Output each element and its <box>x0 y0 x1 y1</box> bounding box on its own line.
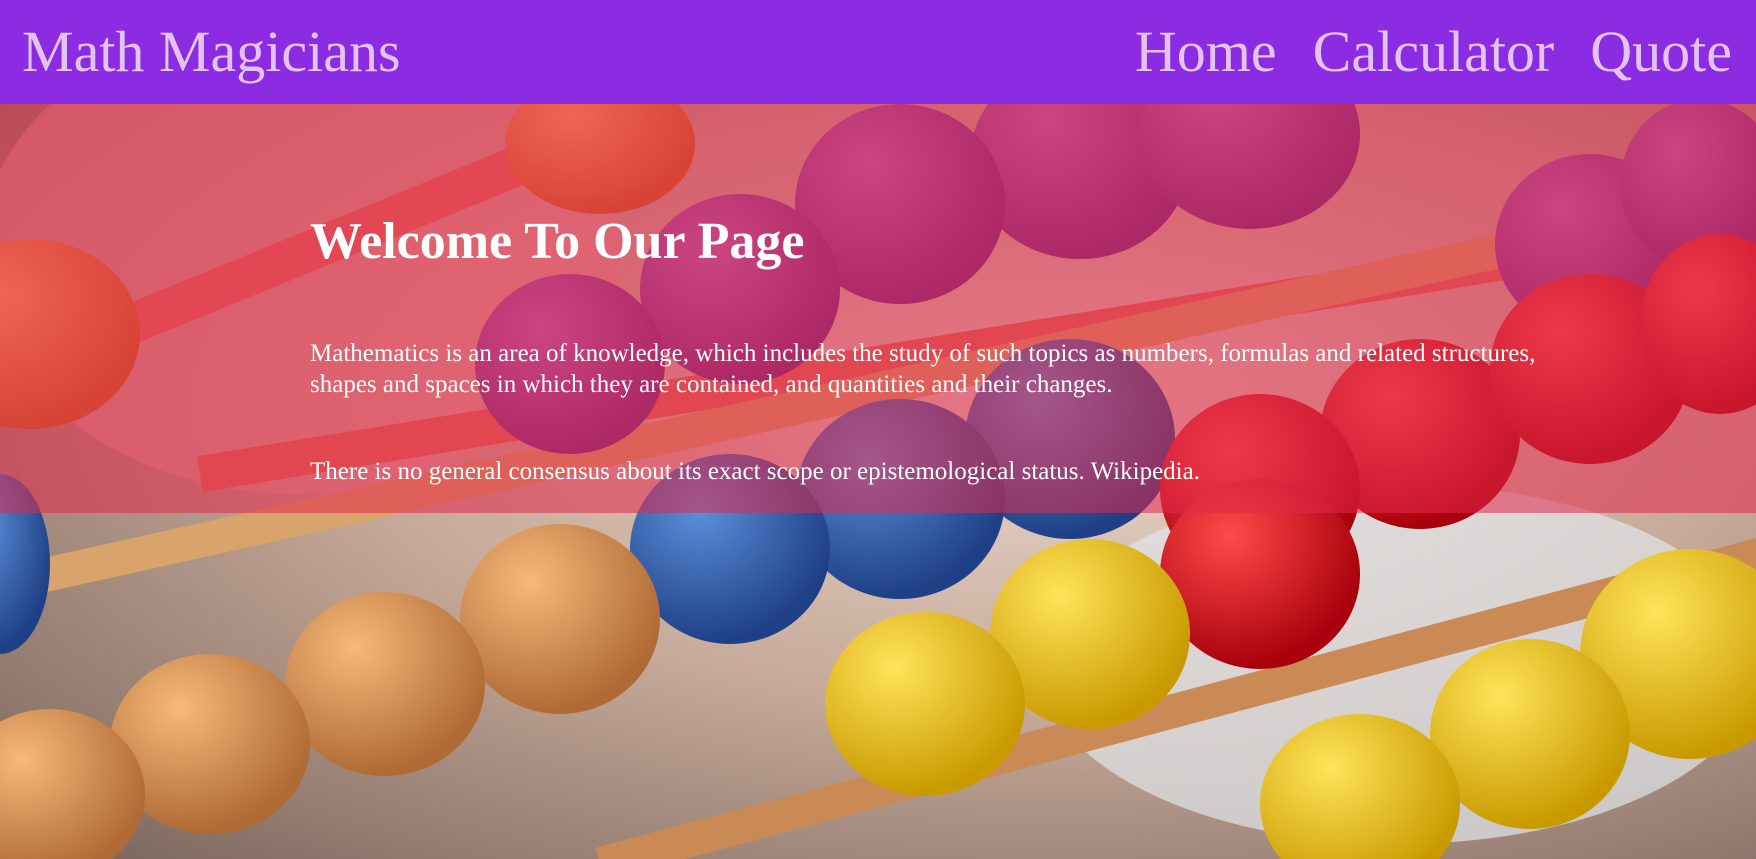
nav-links: Home Calculator Quote <box>1135 23 1732 81</box>
hero-paragraph-1: Mathematics is an area of knowledge, whi… <box>310 340 1536 398</box>
nav-link-quote[interactable]: Quote <box>1590 23 1732 81</box>
navbar: Math Magicians Home Calculator Quote <box>0 0 1756 104</box>
hero-title: Welcome To Our Page <box>310 213 805 270</box>
hero-overlay: Welcome To Our Page Mathematics is an ar… <box>0 104 1756 513</box>
brand-logo-text[interactable]: Math Magicians <box>22 23 401 81</box>
nav-link-home[interactable]: Home <box>1135 23 1277 81</box>
hero-paragraph-2: There is no general consensus about its … <box>310 458 1200 485</box>
nav-link-calculator[interactable]: Calculator <box>1313 23 1555 81</box>
